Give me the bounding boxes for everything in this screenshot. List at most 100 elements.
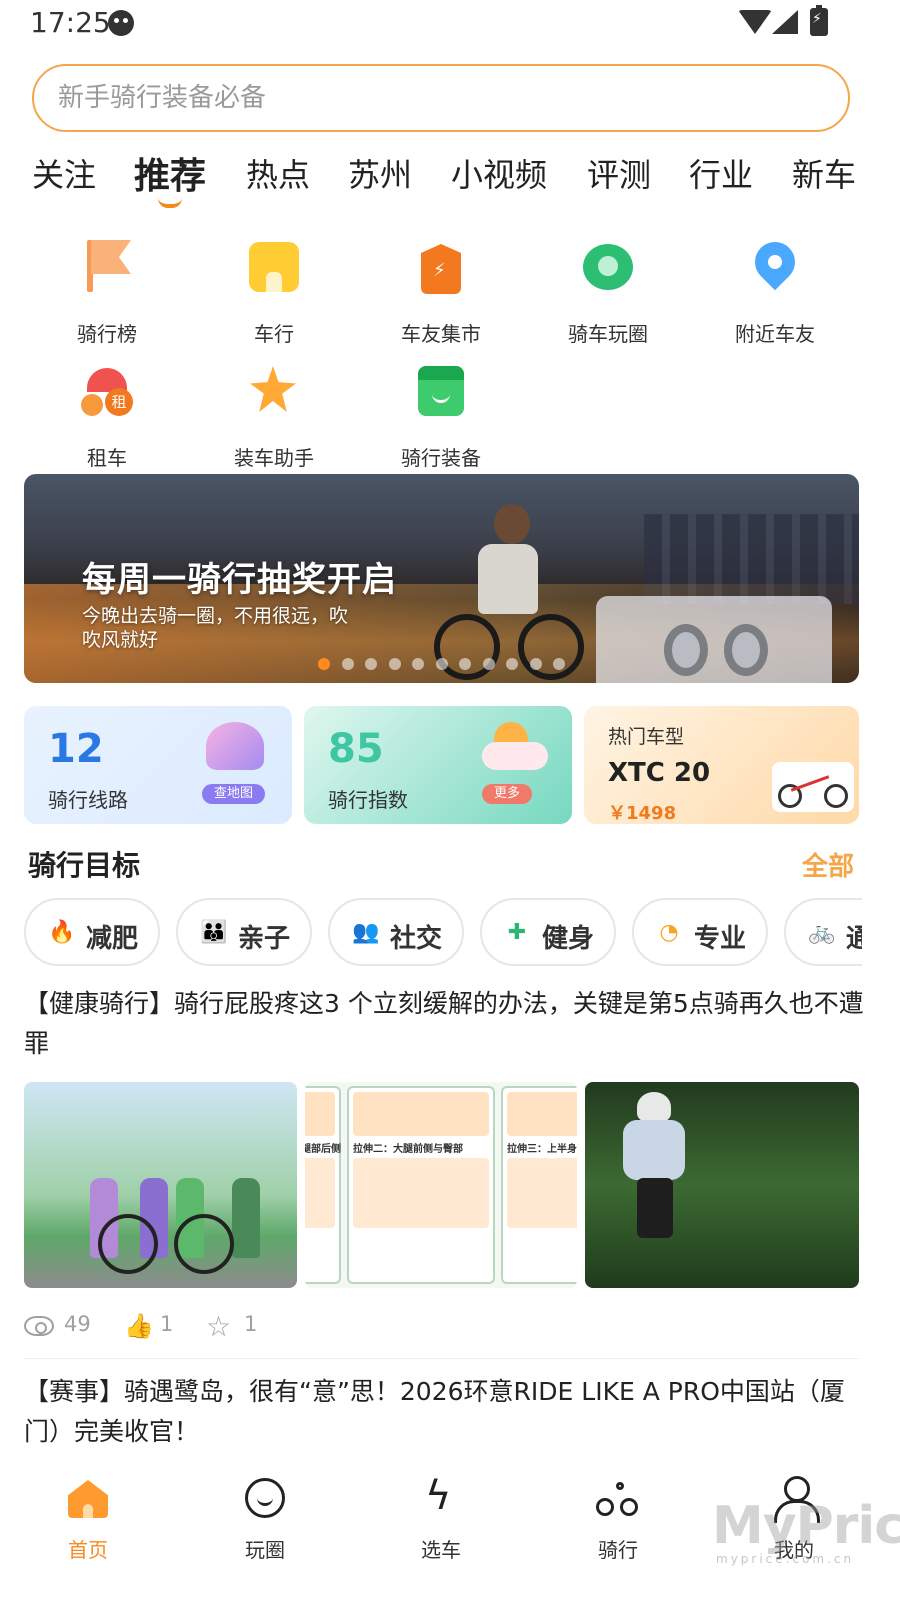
chip-social[interactable]: 👥 社交 — [328, 898, 464, 966]
chip-commute[interactable]: 🚲 通 — [784, 898, 862, 966]
banner-dot[interactable] — [341, 658, 354, 670]
article-title[interactable]: 【健康骑行】骑行屁股疼这3 个立刻缓解的办法，关键是第5点骑再久也不遭罪 — [24, 984, 864, 1064]
banner-dot[interactable] — [388, 658, 401, 670]
home-icon — [66, 1476, 110, 1520]
view-count: 49 — [64, 1312, 91, 1336]
cell-signal-icon — [772, 10, 798, 34]
battery-charging-icon — [810, 5, 828, 36]
nav-label: 骑行 — [598, 1538, 638, 1562]
grid-label: 附近车友 — [735, 322, 815, 346]
group-icon: 👥 — [352, 920, 380, 945]
notification-face-icon — [108, 10, 134, 36]
hot-model-price: ￥1498 — [608, 803, 677, 824]
cyclists-illustration-image — [24, 1082, 297, 1288]
grid-item-market[interactable]: 车友集市 — [376, 240, 506, 347]
divider — [24, 1358, 859, 1359]
grid-item-rental[interactable]: 租车 — [42, 364, 172, 471]
grid-label: 车友集市 — [401, 322, 481, 346]
grid-label: 骑行榜 — [77, 322, 137, 346]
tab-new-bikes[interactable]: 新车 — [792, 150, 856, 196]
bike-image — [772, 762, 854, 812]
nav-label: 玩圈 — [245, 1538, 285, 1562]
location-pin-icon — [746, 233, 804, 296]
tab-hot[interactable]: 热点 — [246, 150, 310, 196]
riding-index-label: 骑行指数 — [328, 788, 408, 812]
smile-icon — [243, 1476, 287, 1520]
search-input[interactable] — [58, 80, 798, 116]
grid-item-nearby[interactable]: 附近车友 — [710, 233, 840, 347]
grid-item-bike-shop[interactable]: 车行 — [209, 240, 339, 347]
favorite-count: 1 — [244, 1312, 258, 1336]
nav-label: 选车 — [421, 1538, 461, 1562]
grid-item-ranking[interactable]: 骑行榜 — [42, 240, 172, 347]
chip-label: 减肥 — [86, 924, 139, 954]
chip-professional[interactable]: ◔ 专业 — [632, 898, 768, 966]
like-count: 1 — [160, 1312, 174, 1336]
chip-label: 通 — [846, 924, 862, 954]
grid-item-circles[interactable]: 骑车玩圈 — [543, 240, 673, 347]
grid-label: 装车助手 — [234, 446, 314, 470]
tab-recommend[interactable]: 推荐 — [134, 147, 206, 199]
chip-label: 亲子 — [238, 924, 291, 954]
chip-fitness[interactable]: ✚ 健身 — [480, 898, 616, 966]
banner-dot[interactable] — [318, 658, 330, 670]
star-icon — [246, 364, 302, 420]
more-button[interactable]: 更多 — [482, 784, 533, 804]
stretching-guide-image: 拉伸一：腿部后侧 拉伸二：大腿前侧与臀部 拉伸三：上半身 — [305, 1082, 577, 1288]
banner-dot[interactable] — [365, 658, 377, 670]
hot-model-card[interactable]: 热门车型 XTC 20 ￥1498 — [584, 706, 859, 824]
hot-model-name: XTC 20 — [608, 758, 711, 788]
bike-rental-icon — [79, 364, 135, 420]
star-outline-icon[interactable]: ☆ — [206, 1310, 231, 1343]
banner-dot[interactable] — [482, 658, 495, 670]
grid-label: 租车 — [87, 446, 127, 470]
watermark: MyPrice — [712, 1496, 900, 1556]
nav-label: 首页 — [68, 1538, 108, 1562]
flame-icon: 🔥 — [48, 920, 76, 945]
grid-item-gear[interactable]: 骑行装备 — [376, 364, 506, 471]
banner-dot[interactable] — [553, 658, 565, 670]
riding-index-value: 85 — [328, 726, 384, 772]
nav-ride[interactable]: 骑行 — [558, 1460, 678, 1580]
banner-title: 每周一骑行抽奖开启 — [82, 560, 397, 600]
banner-dot[interactable] — [459, 658, 471, 670]
section-title-goals: 骑行目标 — [28, 849, 141, 882]
banner-dot[interactable] — [529, 658, 542, 670]
chip-label: 专业 — [694, 924, 747, 954]
wifi-icon — [738, 10, 772, 34]
see-all-link[interactable]: 全部 — [802, 846, 854, 883]
category-tabs: 关注 推荐 热点 苏州 小视频 评测 行业 新车 — [0, 150, 900, 214]
tab-review[interactable]: 评测 — [587, 150, 651, 196]
grid-label: 车行 — [254, 322, 294, 346]
tab-follow[interactable]: 关注 — [32, 150, 96, 196]
nav-choose-bike[interactable]: ϟ 选车 — [381, 1460, 501, 1580]
banner-dot[interactable] — [435, 658, 448, 670]
chip-weight-loss[interactable]: 🔥 减肥 — [24, 898, 160, 966]
goal-chips: 🔥 减肥 👪 亲子 👥 社交 ✚ 健身 ◔ 专业 🚲 通 — [24, 898, 862, 968]
lightning-icon: ϟ — [425, 1473, 452, 1519]
chat-icon — [580, 240, 636, 296]
banner-subtitle: 今晚出去骑一圈，不用很远，吹吹风就好 — [82, 605, 349, 651]
riding-index-card[interactable]: 85 骑行指数 更多 — [304, 706, 572, 824]
article-title[interactable]: 【赛事】骑遇鹭岛，很有“意”思！2026环意RIDE LIKE A PRO中国站… — [24, 1372, 864, 1452]
nav-circles[interactable]: 玩圈 — [205, 1460, 325, 1580]
promo-banner[interactable]: 每周一骑行抽奖开启 今晚出去骑一圈，不用很远，吹吹风就好 — [24, 474, 859, 683]
chip-label: 社交 — [390, 924, 443, 954]
thumbs-up-icon[interactable]: 👍 — [124, 1312, 154, 1340]
tab-suzhou[interactable]: 苏州 — [348, 150, 412, 196]
weather-sun-cloud-icon — [482, 720, 548, 772]
tab-industry[interactable]: 行业 — [689, 150, 753, 196]
riding-routes-card[interactable]: 12 骑行线路 查地图 — [24, 706, 292, 824]
helmet-icon — [206, 722, 264, 770]
banner-dot[interactable] — [412, 658, 424, 670]
grid-item-assembly-helper[interactable]: 装车助手 — [209, 364, 339, 471]
view-map-button[interactable]: 查地图 — [202, 784, 266, 804]
search-bar[interactable] — [32, 64, 850, 132]
nav-home[interactable]: 首页 — [28, 1460, 148, 1580]
grid-label: 骑车玩圈 — [568, 322, 648, 346]
chip-family[interactable]: 👪 亲子 — [176, 898, 312, 966]
article-thumbnails[interactable]: 拉伸一：腿部后侧 拉伸二：大腿前侧与臀部 拉伸三：上半身 — [24, 1082, 859, 1288]
tab-short-video[interactable]: 小视频 — [451, 150, 547, 196]
banner-dot[interactable] — [506, 658, 518, 670]
forest-cyclist-photo — [585, 1082, 859, 1288]
